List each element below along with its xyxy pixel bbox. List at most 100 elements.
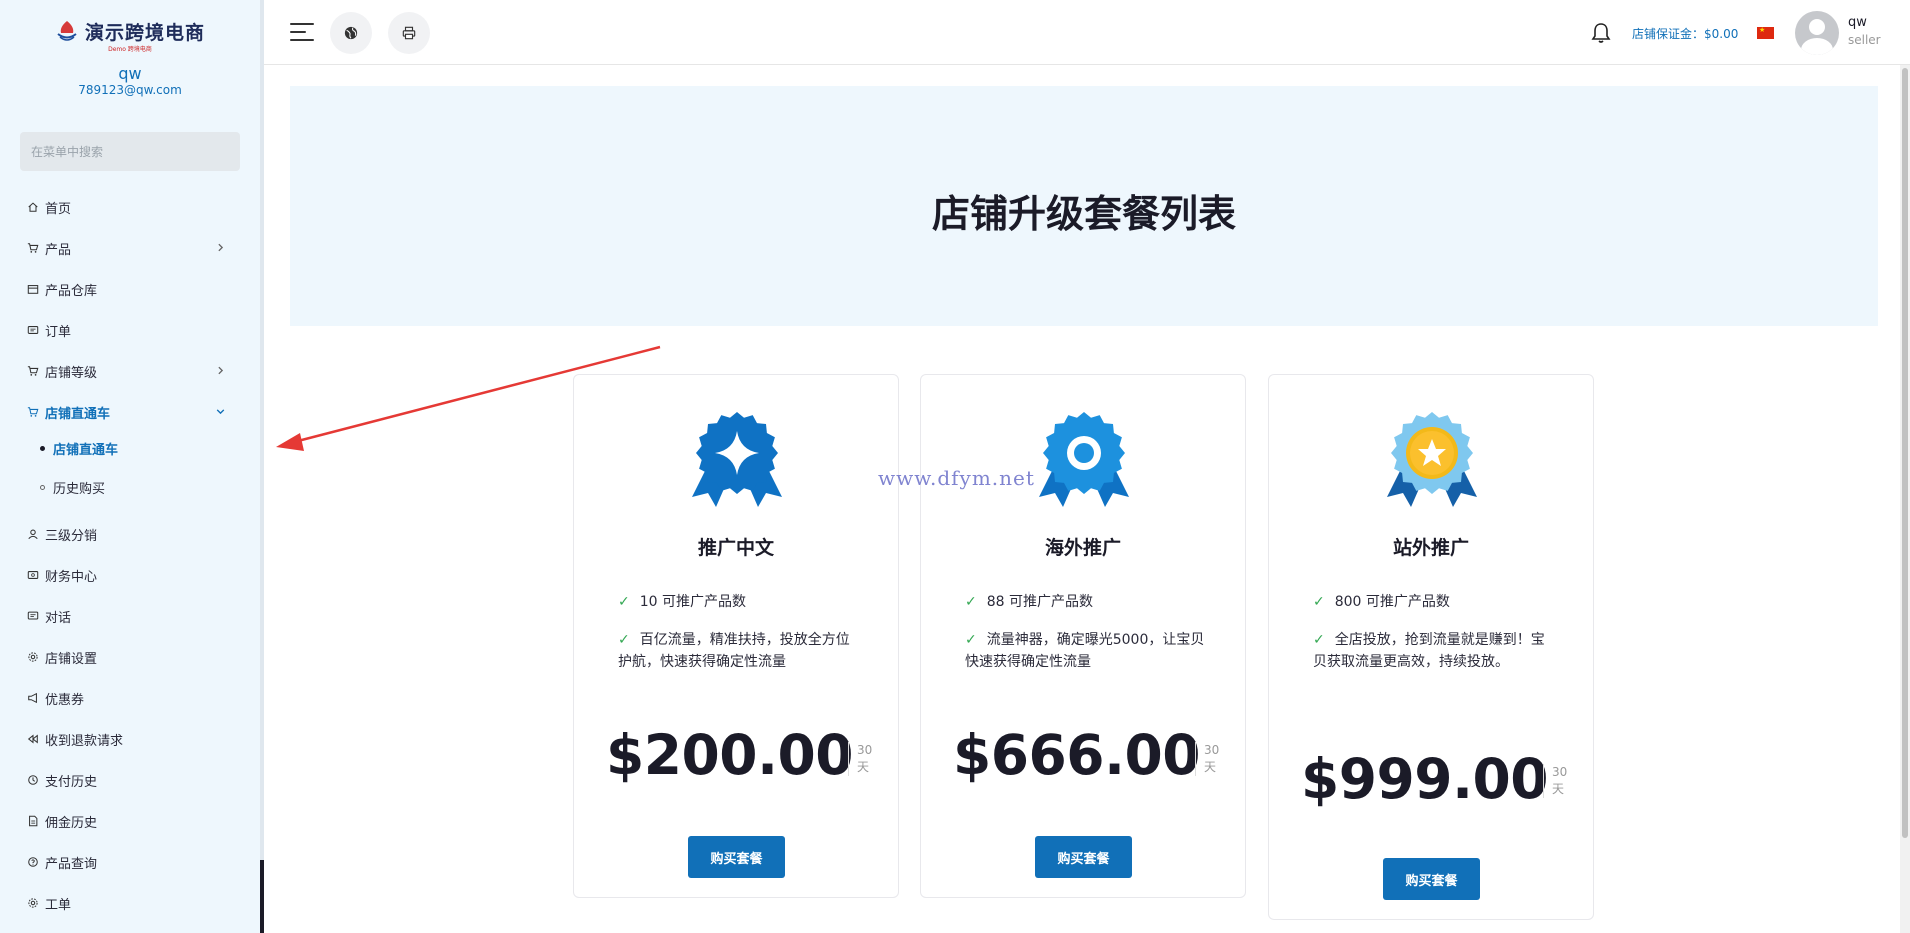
page-banner: 店铺升级套餐列表 <box>290 86 1878 326</box>
sidebar-divider <box>260 0 264 933</box>
package-card: 推广中文 ✓ 10 可推广产品数 ✓ 百亿流量，精准扶持，投放全方位护航，快速获得确定性… <box>573 374 899 898</box>
user-icon <box>26 528 39 541</box>
help-icon <box>26 856 39 869</box>
sidebar-item-3[interactable]: 订单 <box>26 318 241 342</box>
brand-logo-icon <box>55 19 79 43</box>
home-icon <box>26 201 39 214</box>
document-icon <box>26 815 39 828</box>
sidebar-item-2[interactable]: 产品仓库 <box>26 277 241 301</box>
circle-badge-icon <box>1039 412 1129 507</box>
page-title: 店铺升级套餐列表 <box>931 192 1236 236</box>
sidebar-item-label: 优惠券 <box>45 692 85 708</box>
sidebar-item-12[interactable]: 支付历史 <box>26 768 241 792</box>
sidebar-subitem-1[interactable]: 历史购买 <box>40 476 105 498</box>
warehouse-icon <box>26 283 39 296</box>
sidebar-user-email: 789123@qw.com <box>78 83 182 97</box>
printer-icon <box>402 26 416 40</box>
check-icon: ✓ <box>1313 632 1325 648</box>
sidebar-item-label: 收到退款请求 <box>45 733 124 749</box>
scrollbar-thumb[interactable] <box>1902 68 1908 838</box>
package-period: 30 天 <box>1195 742 1224 776</box>
sidebar-item-0[interactable]: 首页 <box>26 195 241 219</box>
package-period: 30 天 <box>848 742 877 776</box>
chat-icon <box>26 610 39 623</box>
brand-logo[interactable]: 演示跨境电商 <box>0 16 260 46</box>
sidebar-item-6[interactable]: 三级分销 <box>26 522 241 546</box>
package-price: $999.00 <box>1301 747 1549 811</box>
finance-icon <box>26 569 39 582</box>
sidebar-item-7[interactable]: 财务中心 <box>26 563 241 587</box>
sidebar-item-14[interactable]: 产品查询 <box>26 850 241 874</box>
sidebar-item-label: 产品查询 <box>45 856 98 872</box>
sidebar-item-label: 支付历史 <box>45 774 98 790</box>
package-feature: ✓ 全店投放，抢到流量就是赚到！宝贝获取流量更高效，持续投放。 <box>1313 629 1553 673</box>
package-title: 推广中文 <box>697 537 774 559</box>
menu-search-input[interactable] <box>20 132 240 171</box>
notification-bell-icon[interactable] <box>1591 22 1611 44</box>
sidebar-item-10[interactable]: 优惠券 <box>26 686 241 710</box>
diamond-badge-icon <box>692 412 782 507</box>
store-deposit: 店铺保证金：$0.00 <box>1632 27 1739 41</box>
header-user-name[interactable]: qw <box>1848 15 1867 30</box>
gear-icon <box>26 897 39 910</box>
sidebar-item-1[interactable]: 产品 <box>26 236 241 260</box>
chevron-right-icon <box>218 366 224 375</box>
package-feature: ✓ 流量神器，确定曝光5000，让宝贝快速获得确定性流量 <box>965 629 1205 673</box>
sidebar-item-label: 订单 <box>45 324 72 340</box>
avatar[interactable] <box>1795 11 1839 55</box>
package-price: $200.00 <box>606 723 854 787</box>
sidebar-user-name: qw <box>118 64 142 83</box>
cart-icon <box>26 365 39 378</box>
package-feature: ✓ 800 可推广产品数 <box>1313 591 1553 613</box>
sidebar-item-label: 对话 <box>45 610 72 626</box>
china-flag-icon[interactable]: ★ <box>1757 27 1774 39</box>
sidebar-item-label: 首页 <box>45 201 72 217</box>
cart-icon <box>26 242 39 255</box>
gear-icon <box>26 651 39 664</box>
sidebar-item-11[interactable]: 收到退款请求 <box>26 727 241 751</box>
sidebar-subitem-label: 店铺直通车 <box>53 442 119 458</box>
chevron-right-icon <box>218 243 224 252</box>
print-button[interactable] <box>388 12 430 54</box>
megaphone-icon <box>26 692 39 705</box>
globe-button[interactable] <box>330 12 372 54</box>
package-feature: ✓ 百亿流量，精准扶持，投放全方位护航，快速获得确定性流量 <box>618 629 858 673</box>
buy-package-button[interactable]: 购买套餐 <box>1035 836 1132 878</box>
menu-toggle-icon[interactable] <box>290 22 316 42</box>
brand-tagline: Demo 跨境电商 <box>108 46 152 53</box>
check-icon: ✓ <box>1313 594 1325 610</box>
sidebar-item-5[interactable]: 店铺直通车 <box>26 400 241 424</box>
watermark: www.dfym.net <box>878 466 1035 490</box>
bullet-dot-icon <box>40 484 45 490</box>
sidebar-item-label: 店铺直通车 <box>45 406 111 422</box>
sidebar-item-9[interactable]: 店铺设置 <box>26 645 241 669</box>
bullet-dot-icon <box>40 445 45 451</box>
history-icon <box>26 774 39 787</box>
sidebar-item-13[interactable]: 佣金历史 <box>26 809 241 833</box>
check-icon: ✓ <box>618 632 630 648</box>
sidebar: 演示跨境电商 Demo 跨境电商 qw 789123@qw.com 首页产品产品… <box>0 0 260 933</box>
brand-name: 演示跨境电商 <box>84 21 205 44</box>
sidebar-item-8[interactable]: 对话 <box>26 604 241 628</box>
package-title: 站外推广 <box>1392 537 1469 559</box>
header-user-role: seller <box>1848 33 1881 47</box>
sidebar-item-label: 三级分销 <box>45 528 98 544</box>
check-icon: ✓ <box>618 594 630 610</box>
package-feature: ✓ 88 可推广产品数 <box>965 591 1205 613</box>
check-icon: ✓ <box>965 594 977 610</box>
check-icon: ✓ <box>965 632 977 648</box>
package-card: 海外推广 ✓ 88 可推广产品数 ✓ 流量神器，确定曝光5000，让宝贝快速获得确定性流… <box>920 374 1246 898</box>
package-feature: ✓ 10 可推广产品数 <box>618 591 858 613</box>
package-period: 30 天 <box>1543 764 1572 798</box>
sidebar-item-4[interactable]: 店铺等级 <box>26 359 241 383</box>
star-badge-icon <box>1387 412 1477 507</box>
buy-package-button[interactable]: 购买套餐 <box>688 836 785 878</box>
cart-icon <box>26 406 39 419</box>
package-price: $666.00 <box>953 723 1201 787</box>
sidebar-item-label: 产品 <box>45 242 72 258</box>
sidebar-item-label: 店铺设置 <box>45 651 98 667</box>
sidebar-item-15[interactable]: 工单 <box>26 891 241 915</box>
buy-package-button[interactable]: 购买套餐 <box>1383 858 1480 900</box>
sidebar-subitem-0[interactable]: 店铺直通车 <box>40 437 118 459</box>
sidebar-item-label: 工单 <box>45 897 72 913</box>
